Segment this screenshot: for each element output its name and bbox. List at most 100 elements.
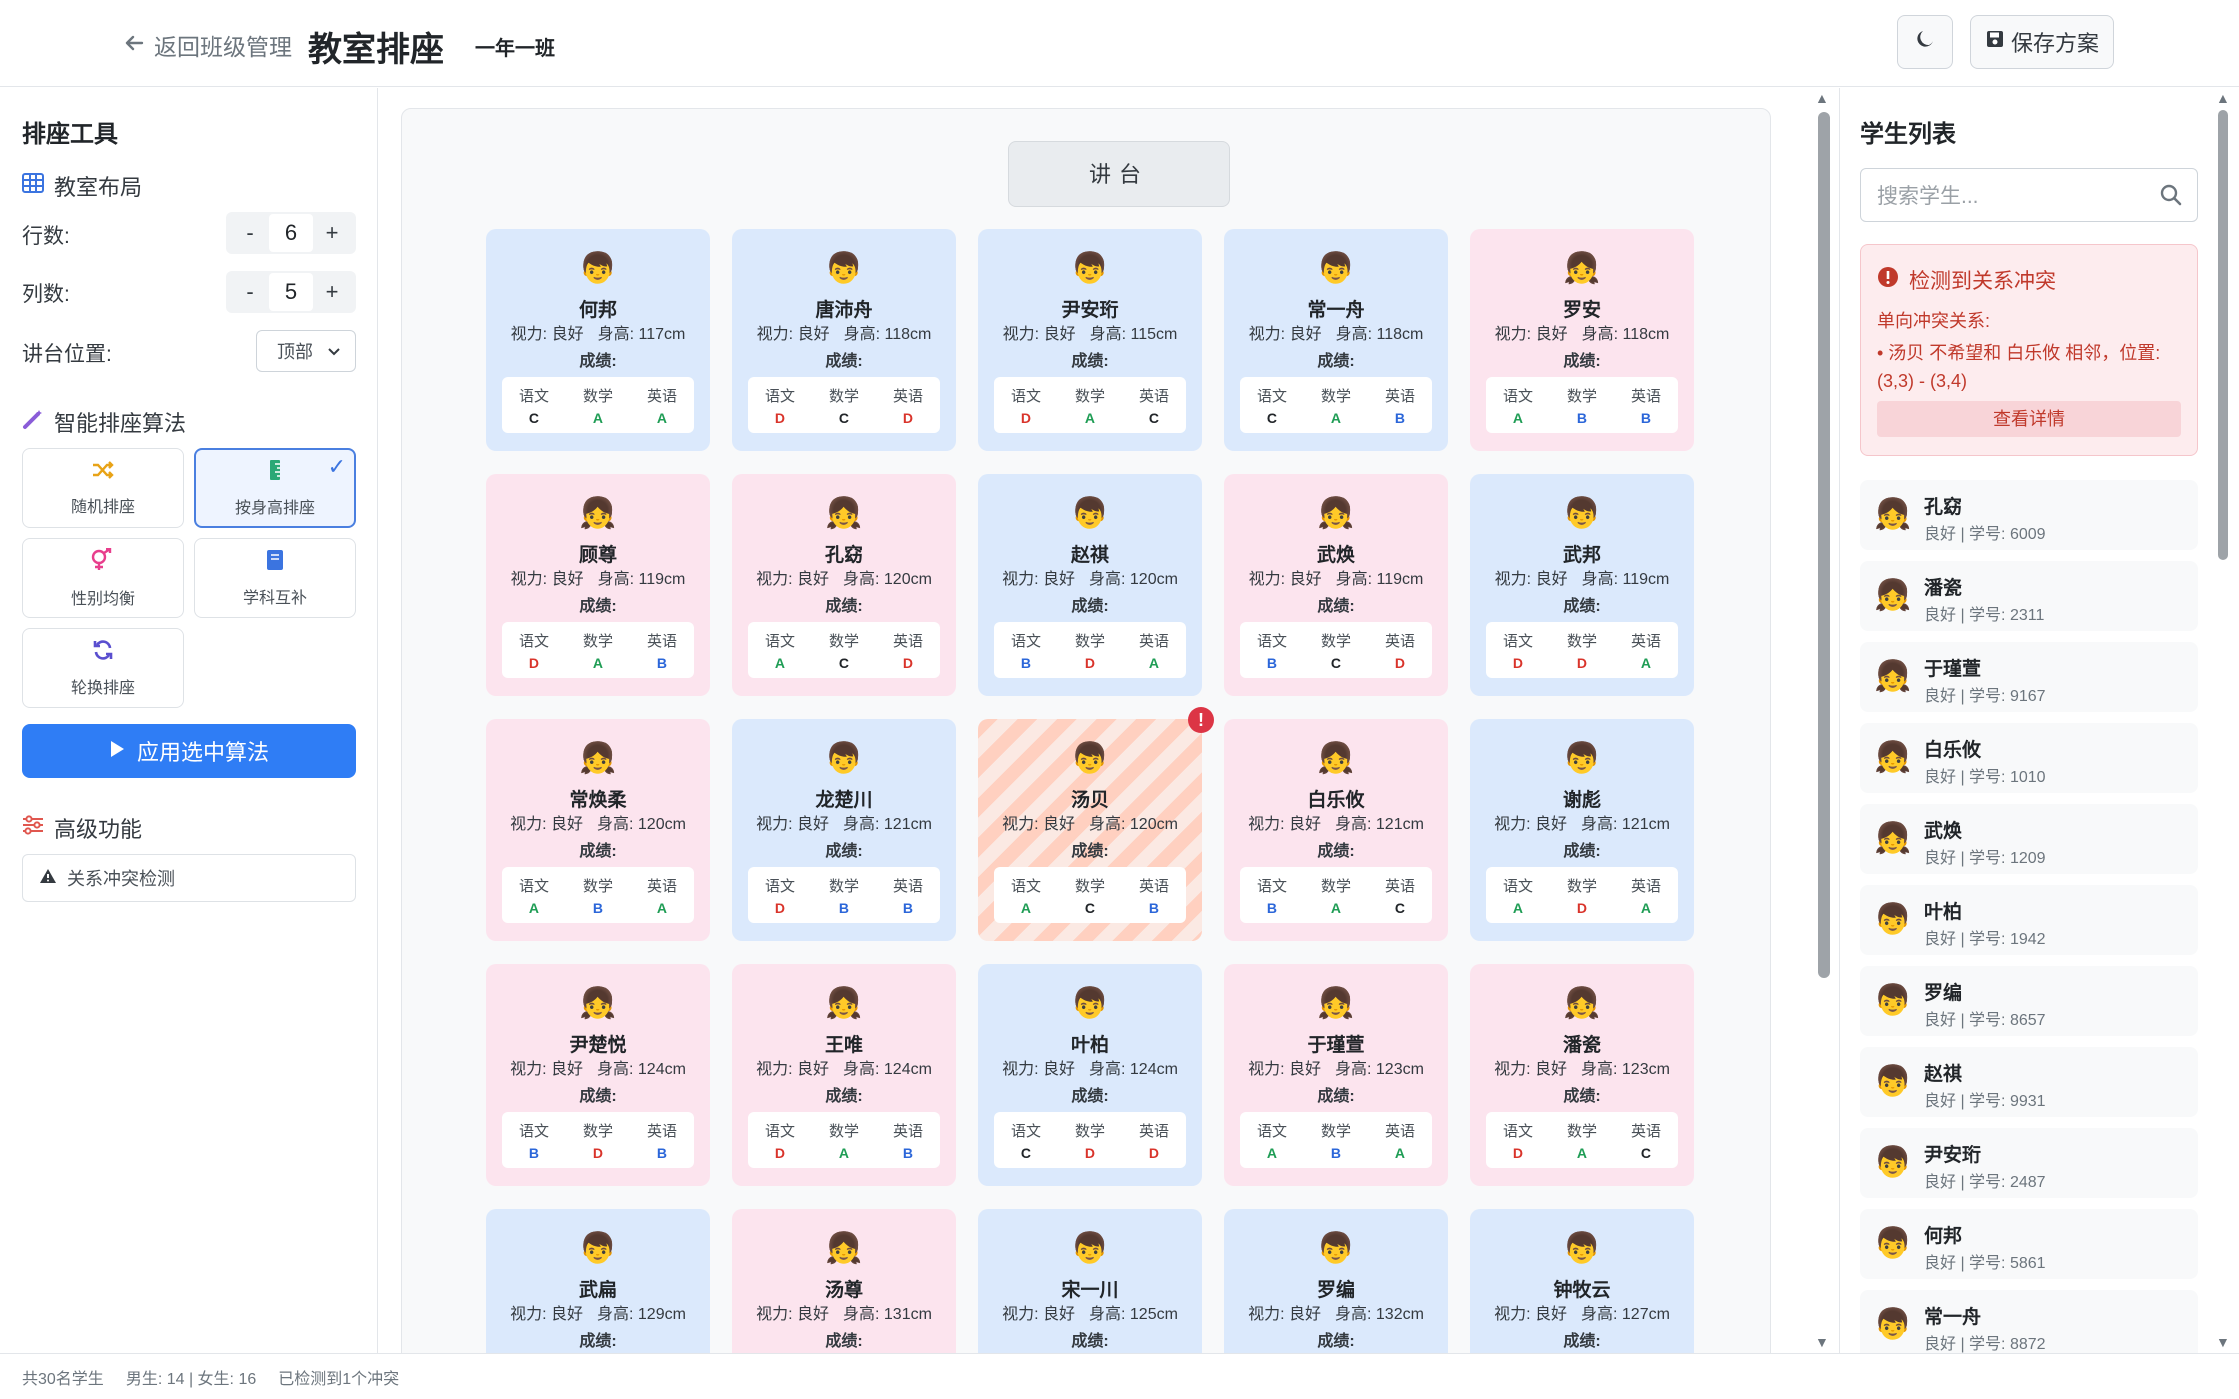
moon-icon [1914,28,1936,56]
seat-card[interactable]: 👧汤尊视力: 良好身高: 131cm成绩:语文数学英语 [732,1209,956,1353]
cols-value[interactable]: 5 [269,273,313,311]
seat-card[interactable]: 👧 罗安 视力: 良好 身高: 118cm 成绩: 语文 A 数学 B 英语 B [1470,229,1694,451]
seat-card[interactable]: 👧 孔窈 视力: 良好 身高: 120cm 成绩: 语文 A 数学 C 英语 D [732,474,956,696]
algorithm-by-height[interactable]: ✓ 按身高排座 [194,448,356,528]
student-search-input[interactable]: 搜索学生... [1860,168,2198,222]
seat-card[interactable]: 👦 龙楚川 视力: 良好 身高: 121cm 成绩: 语文 D 数学 B 英语 B [732,719,956,941]
seat-card[interactable]: 👦 何邦 视力: 良好 身高: 117cm 成绩: 语文 C 数学 A 英语 A [486,229,710,451]
seat-scores: 语文 D 数学 C 英语 D [748,377,940,433]
back-to-class-management-link[interactable]: 返回班级管理 [124,28,292,62]
list-scroll-down-arrow-icon[interactable]: ▼ [2216,1334,2230,1350]
seat-card[interactable]: 👦罗编视力: 良好身高: 132cm成绩:语文数学英语 [1224,1209,1448,1353]
seat-scores: 语文 A 数学 B 英语 A [502,867,694,923]
podium: 讲台 [1008,141,1230,207]
cols-decrement-button[interactable]: - [236,279,264,305]
subject-score: 英语 B [646,632,677,671]
seat-card[interactable]: 👦 尹安珩 视力: 良好 身高: 115cm 成绩: 语文 D 数学 A 英语 C [978,229,1202,451]
theme-toggle-button[interactable] [1897,15,1953,69]
podium-position-value: 顶部 [277,342,313,362]
seat-student-name: 常焕柔 [569,790,627,811]
seat-student-name: 潘瓷 [1562,1035,1601,1056]
seat-card[interactable]: 👦 谢彪 视力: 良好 身高: 121cm 成绩: 语文 A 数学 D 英语 A [1470,719,1694,941]
student-list-item[interactable]: 👦 赵祺 良好 | 学号: 9931 [1860,1047,2198,1117]
student-avatar-icon: 👧 [1563,987,1601,1020]
center-scrollbar[interactable] [1818,112,1830,978]
subject-score: 英语 A [1630,877,1661,916]
cols-increment-button[interactable]: + [318,279,346,305]
algorithm-random[interactable]: 随机排座 [22,448,184,528]
seat-card[interactable]: 👦 叶柏 视力: 良好 身高: 124cm 成绩: 语文 C 数学 D 英语 D [978,964,1202,1186]
student-list-item[interactable]: 👦 尹安珩 良好 | 学号: 2487 [1860,1128,2198,1198]
subject-score: 英语 C [1138,387,1169,426]
seating-tools-panel: 排座工具 教室布局 行数: - 6 + 列数: - 5 + 讲台位置: 顶部 智… [0,88,378,1353]
seat-card[interactable]: 👧 白乐攸 视力: 良好 身高: 121cm 成绩: 语文 B 数学 A 英语 C [1224,719,1448,941]
seat-card[interactable]: 👦 武邦 视力: 良好 身高: 119cm 成绩: 语文 D 数学 D 英语 A [1470,474,1694,696]
student-list-item[interactable]: 👦 何邦 良好 | 学号: 5861 [1860,1209,2198,1279]
seat-student-name: 顾尊 [578,545,617,566]
seat-card[interactable]: 👦 常一舟 视力: 良好 身高: 118cm 成绩: 语文 C 数学 A 英语 B [1224,229,1448,451]
classroom-area: 讲台 👦 何邦 视力: 良好 身高: 117cm 成绩: 语文 C 数学 A 英语 A 👦 唐沛舟 视力:… [379,88,1839,1353]
student-name: 叶柏 [1924,902,1963,923]
seat-card[interactable]: 👧 于瑾萱 视力: 良好 身高: 123cm 成绩: 语文 A 数学 B 英语 A [1224,964,1448,1186]
student-list-item[interactable]: 👦 常一舟 良好 | 学号: 8872 [1860,1290,2198,1353]
seat-card[interactable]: 👦钟牧云视力: 良好身高: 127cm成绩:语文数学英语 [1470,1209,1694,1353]
seat-card[interactable]: 👦 赵祺 视力: 良好 身高: 120cm 成绩: 语文 B 数学 D 英语 A [978,474,1202,696]
layout-heading-label: 教室布局 [54,175,143,200]
advanced-heading-label: 高级功能 [54,817,143,842]
scroll-up-arrow-icon[interactable]: ▲ [1815,90,1829,106]
rows-increment-button[interactable]: + [318,220,346,246]
apply-algorithm-button[interactable]: 应用选中算法 [22,724,356,778]
seat-student-info: 视力: 良好 身高: 118cm [1248,326,1424,343]
save-plan-button[interactable]: 保存方案 [1970,15,2114,69]
student-list-item[interactable]: 👧 白乐攸 良好 | 学号: 1010 [1860,723,2198,793]
seat-card[interactable]: 👦武扁视力: 良好身高: 129cm成绩:语文数学英语 [486,1209,710,1353]
student-meta: 良好 | 学号: 2311 [1924,607,2045,624]
subject-score: 数学 A [1566,1122,1597,1161]
seat-grade-label: 成绩: [825,843,863,860]
student-avatar-icon: 👧 [825,1232,863,1265]
subject-score: 语文 A [1010,877,1041,916]
algorithm-subject-complement[interactable]: 学科互补 [194,538,356,618]
seat-card[interactable]: 👧 尹楚悦 视力: 良好 身高: 124cm 成绩: 语文 B 数学 D 英语 B [486,964,710,1186]
seat-grade-label: 成绩: [1071,353,1109,370]
ruler-icon [268,459,282,486]
subject-score: 语文 B [518,1122,549,1161]
seat-card[interactable]: 👧 顾尊 视力: 良好 身高: 119cm 成绩: 语文 D 数学 A 英语 B [486,474,710,696]
algorithm-rotation[interactable]: 轮换排座 [22,628,184,708]
student-list-item[interactable]: 👧 于瑾萱 良好 | 学号: 9167 [1860,642,2198,712]
student-list-item[interactable]: 👧 潘瓷 良好 | 学号: 2311 [1860,561,2198,631]
subject-score: 语文 D [518,632,549,671]
conflict-detection-button[interactable]: 关系冲突检测 [22,854,356,902]
subject-score: 语文 D [764,1122,795,1161]
subject-score: 语文 A [1502,877,1533,916]
seat-card[interactable]: 👧 常焕柔 视力: 良好 身高: 120cm 成绩: 语文 A 数学 B 英语 A [486,719,710,941]
student-list-item[interactable]: 👧 武焕 良好 | 学号: 1209 [1860,804,2198,874]
rows-value[interactable]: 6 [269,214,313,252]
view-details-button[interactable]: 查看详情 [1877,401,2181,437]
student-list-item[interactable]: 👦 叶柏 良好 | 学号: 1942 [1860,885,2198,955]
student-avatar-icon: 👧 [579,497,617,530]
student-list-item[interactable]: 👧 孔窈 良好 | 学号: 6009 [1860,480,2198,550]
subject-score: 英语 B [892,1122,923,1161]
seat-scores: 语文 A 数学 C 英语 D [748,622,940,678]
seat-grade-label: 成绩: [825,598,863,615]
conflict-alert-icon[interactable]: ! [1188,707,1214,733]
student-list-item[interactable]: 👦 罗编 良好 | 学号: 8657 [1860,966,2198,1036]
sliders-icon [22,815,44,841]
list-scrollbar[interactable] [2218,110,2228,560]
seat-card[interactable]: 👦 汤贝 视力: 良好 身高: 120cm 成绩: 语文 A 数学 C 英语 B! [978,707,1214,941]
seat-card[interactable]: 👧 武焕 视力: 良好 身高: 119cm 成绩: 语文 B 数学 C 英语 D [1224,474,1448,696]
student-meta: 良好 | 学号: 6009 [1924,526,2046,543]
algorithm-gender-balance[interactable]: 性别均衡 [22,538,184,618]
podium-position-label: 讲台位置: [22,343,112,366]
seat-card[interactable]: 👦 唐沛舟 视力: 良好 身高: 118cm 成绩: 语文 D 数学 C 英语 D [732,229,956,451]
seat-card[interactable]: 👧 王唯 视力: 良好 身高: 124cm 成绩: 语文 D 数学 A 英语 B [732,964,956,1186]
seat-card[interactable]: 👧 潘瓷 视力: 良好 身高: 123cm 成绩: 语文 D 数学 A 英语 C [1470,964,1694,1186]
podium-position-select[interactable]: 顶部 [256,330,356,372]
seat-student-info: 视力: 良好 身高: 119cm [1248,571,1424,588]
rows-decrement-button[interactable]: - [236,220,264,246]
seat-card[interactable]: 👦宋一川视力: 良好身高: 125cm成绩:语文数学英语 [978,1209,1202,1353]
seat-student-info: 视力: 良好 身高: 117cm [510,326,686,343]
list-scroll-up-arrow-icon[interactable]: ▲ [2216,90,2230,106]
scroll-down-arrow-icon[interactable]: ▼ [1815,1334,1829,1350]
